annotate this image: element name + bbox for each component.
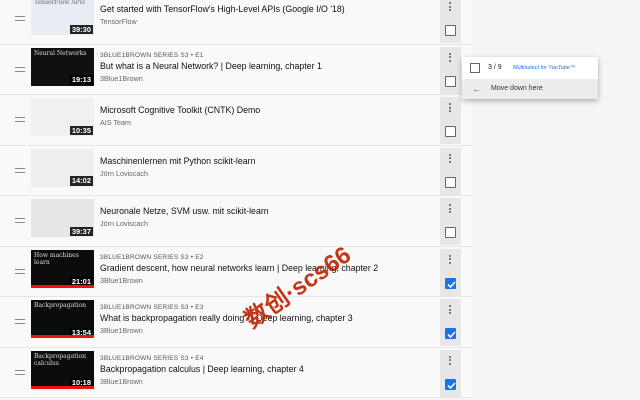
thumbnail-text: Neural Networks — [34, 49, 87, 57]
video-title[interactable]: But what is a Neural Network? | Deep lea… — [100, 60, 430, 72]
channel-name[interactable]: TensorFlow — [100, 16, 430, 28]
more-vert-icon[interactable] — [449, 355, 452, 367]
channel-name[interactable]: 3Blue1Brown — [100, 73, 430, 85]
drag-handle-icon[interactable] — [15, 167, 25, 174]
check-icon — [447, 381, 456, 389]
series-label: 3BLUE1BROWN SERIES S3 • E1 — [100, 51, 204, 59]
multiselect-popup: 3 / 9 Multiselect for YouTube™ ← Move do… — [462, 57, 598, 99]
playlist-row[interactable]: Neural Networks 19:13 3BLUE1BROWN SERIES S… — [0, 44, 472, 95]
arrow-left-icon[interactable]: ← — [472, 84, 481, 94]
video-meta: 3BLUE1BROWN SERIES S3 • E4 Backpropagatio… — [100, 354, 430, 388]
video-thumbnail[interactable]: Backpropagation 13:54 — [31, 300, 94, 338]
duration-badge: 19:13 — [69, 75, 93, 85]
move-down-here-label: Move down here — [491, 85, 543, 92]
channel-name[interactable]: Jörn Loviscach — [100, 218, 430, 230]
video-thumbnail[interactable]: 14:02 — [31, 148, 94, 187]
select-all-checkbox[interactable] — [470, 63, 480, 73]
video-meta: Get started with TensorFlow's High-Level… — [100, 3, 430, 28]
select-checkbox[interactable] — [445, 227, 456, 238]
row-actions — [440, 299, 461, 346]
video-thumbnail[interactable]: Backpropagation calculus 10:18 — [31, 350, 94, 389]
selection-count: 3 / 9 — [488, 64, 502, 71]
playlist-row[interactable]: TensorFlow APIs 39:30 Get started with Ten… — [0, 0, 472, 45]
more-vert-icon[interactable] — [449, 153, 452, 165]
drag-handle-icon[interactable] — [15, 117, 25, 123]
watched-progress-bar — [31, 335, 94, 338]
row-actions — [440, 248, 461, 296]
popup-header: 3 / 9 Multiselect for YouTube™ — [462, 57, 598, 79]
select-checkbox[interactable] — [445, 75, 456, 87]
row-actions — [440, 46, 461, 94]
channel-name[interactable]: 3Blue1Brown — [100, 376, 430, 388]
playlist-row[interactable]: 39:37 Neuronale Netze, SVM usw. mit sciki… — [0, 196, 472, 247]
row-actions — [440, 0, 461, 43]
duration-badge: 39:30 — [69, 24, 93, 34]
duration-badge: 14:02 — [69, 176, 93, 186]
select-checkbox[interactable] — [445, 277, 456, 289]
playlist-row[interactable]: 10:35 Microsoft Cognitive Toolkit (CNTK) … — [0, 95, 472, 146]
video-title[interactable]: Gradient descent, how neural networks le… — [100, 262, 430, 274]
more-vert-icon[interactable] — [449, 254, 452, 266]
check-icon — [447, 280, 456, 288]
select-checkbox[interactable] — [445, 176, 456, 188]
thumbnail-text: Backpropagation — [34, 302, 86, 309]
series-label: 3BLUE1BROWN SERIES S3 • E2 — [100, 253, 204, 261]
playlist-row[interactable]: Backpropagation calculus 10:18 3BLUE1BROWN… — [0, 347, 472, 398]
drag-handle-icon[interactable] — [15, 319, 25, 325]
video-meta: Microsoft Cognitive Toolkit (CNTK) Demo A… — [100, 104, 430, 129]
video-title[interactable]: Neuronale Netze, SVM usw. mit scikit-lea… — [100, 205, 430, 217]
row-actions — [440, 349, 461, 397]
move-down-here-item[interactable]: ← Move down here — [462, 79, 598, 99]
video-meta: Maschinenlernen mit Python scikit-learn J… — [100, 155, 430, 180]
video-thumbnail[interactable]: Neural Networks 19:13 — [31, 47, 94, 86]
video-title[interactable]: Backpropagation calculus | Deep learning… — [100, 363, 430, 375]
playlist-row[interactable]: 14:02 Maschinenlernen mit Python scikit-l… — [0, 145, 472, 196]
video-title[interactable]: Get started with TensorFlow's High-Level… — [100, 3, 430, 15]
channel-name[interactable]: AIS Team — [100, 117, 430, 129]
more-vert-icon[interactable] — [449, 103, 452, 114]
duration-badge: 39:37 — [69, 226, 93, 236]
video-meta: Neuronale Netze, SVM usw. mit scikit-lea… — [100, 205, 430, 230]
video-thumbnail[interactable]: TensorFlow APIs 39:30 — [31, 0, 94, 35]
more-vert-icon[interactable] — [449, 305, 452, 316]
video-meta: 3BLUE1BROWN SERIES S3 • E1 But what is a … — [100, 51, 430, 85]
video-thumbnail[interactable]: How machines learn 21:01 — [31, 249, 94, 288]
more-vert-icon[interactable] — [449, 2, 452, 13]
video-meta: 3BLUE1BROWN SERIES S3 • E2 Gradient desce… — [100, 253, 430, 287]
more-vert-icon[interactable] — [449, 204, 452, 215]
series-label: 3BLUE1BROWN SERIES S3 • E4 — [100, 354, 204, 362]
drag-handle-icon[interactable] — [15, 66, 25, 73]
row-actions — [440, 198, 461, 245]
drag-handle-icon[interactable] — [15, 369, 25, 376]
drag-handle-icon[interactable] — [15, 218, 25, 224]
row-actions — [440, 147, 461, 195]
watched-progress-bar — [31, 385, 94, 389]
drag-handle-icon[interactable] — [15, 16, 25, 22]
video-title[interactable]: Maschinenlernen mit Python scikit-learn — [100, 155, 430, 167]
more-vert-icon[interactable] — [449, 52, 452, 64]
thumbnail-text: Backpropagation calculus — [34, 352, 86, 367]
video-thumbnail[interactable]: 10:35 — [31, 98, 94, 136]
select-checkbox[interactable] — [445, 378, 456, 390]
duration-badge: 10:35 — [69, 125, 93, 135]
playlist-row[interactable]: How machines learn 21:01 3BLUE1BROWN SERIE… — [0, 246, 472, 297]
check-icon — [447, 331, 456, 339]
drag-handle-icon[interactable] — [15, 268, 25, 275]
video-thumbnail[interactable]: 39:37 — [31, 199, 94, 237]
watched-progress-bar — [31, 284, 94, 288]
extension-name: Multiselect for YouTube™ — [513, 65, 576, 71]
select-checkbox[interactable] — [445, 25, 456, 36]
channel-name[interactable]: Jörn Loviscach — [100, 168, 430, 180]
playlist: TensorFlow APIs 39:30 Get started with Ten… — [0, 0, 472, 398]
select-checkbox[interactable] — [445, 328, 456, 339]
row-actions — [440, 97, 461, 144]
video-title[interactable]: Microsoft Cognitive Toolkit (CNTK) Demo — [100, 104, 430, 116]
thumbnail-text: TensorFlow APIs — [34, 0, 86, 6]
thumbnail-text: How machines learn — [34, 251, 79, 266]
select-checkbox[interactable] — [445, 126, 456, 137]
